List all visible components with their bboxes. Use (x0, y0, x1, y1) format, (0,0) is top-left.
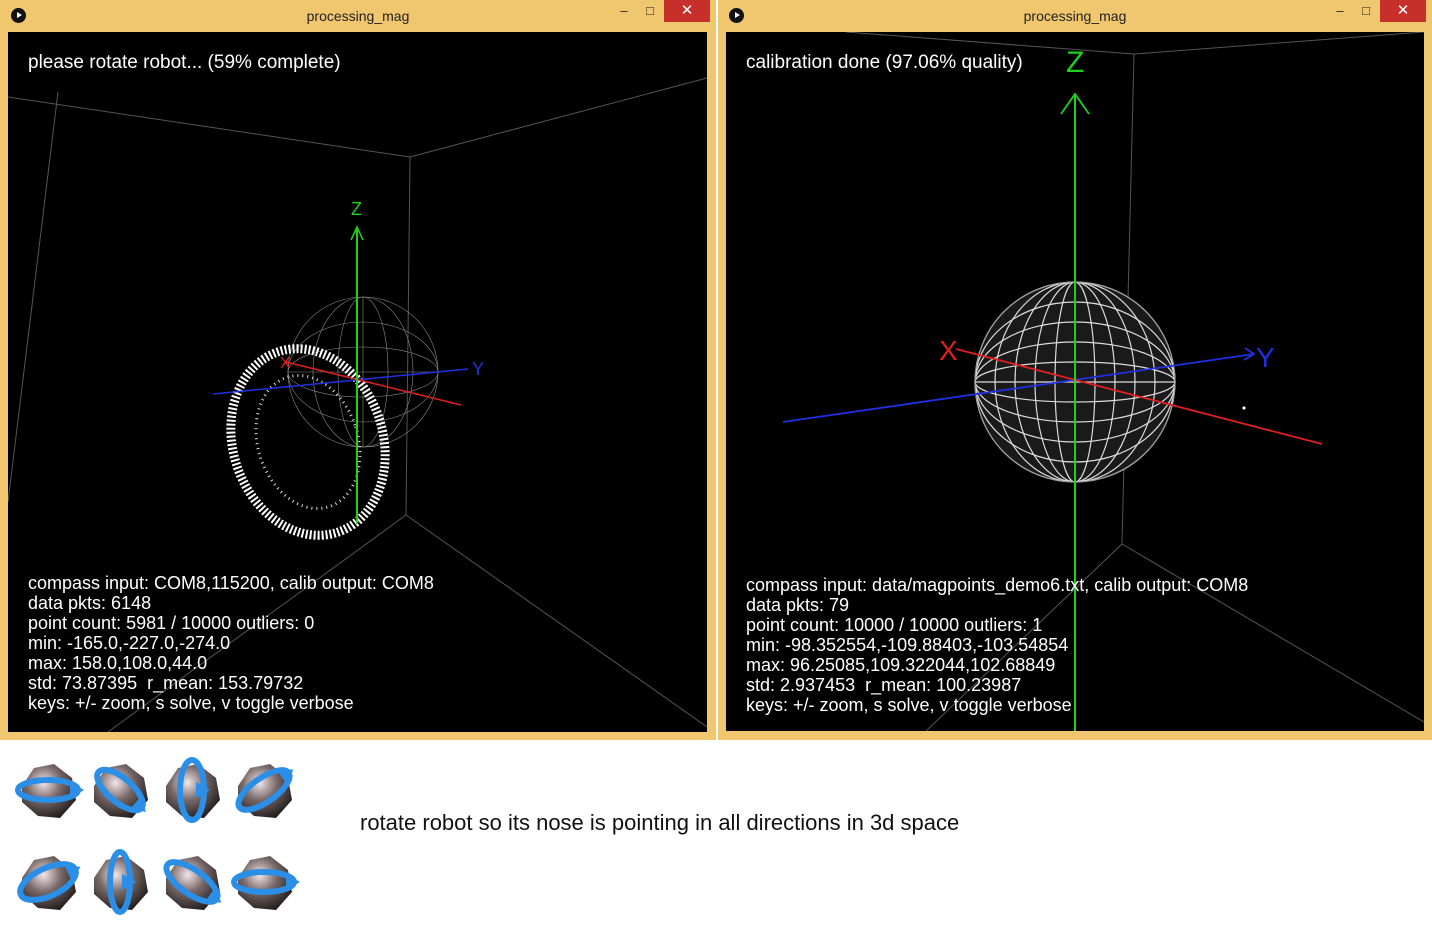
y-axis-label: Y (472, 359, 484, 379)
info-panel: compass input: data/magpoints_demo6.txt,… (746, 575, 1248, 715)
info-keys: keys: +/- zoom, s solve, v toggle verbos… (28, 693, 354, 713)
info-min: min: -165.0,-227.0,-274.0 (28, 633, 231, 653)
info-compass-input: compass input: data/magpoints_demo6.txt,… (746, 575, 1249, 595)
window-title: processing_mag (1023, 8, 1127, 24)
minimize-button[interactable]: – (612, 0, 636, 22)
rotate-up-icon (94, 849, 148, 915)
title-bar[interactable]: processing_mag – □ ✕ (0, 0, 716, 31)
info-std: std: 2.937453 r_mean: 100.23987 (746, 675, 1022, 695)
info-std: std: 73.87395 r_mean: 153.79732 (28, 673, 304, 693)
outlier-point (1242, 406, 1246, 410)
info-data-pkts: data pkts: 6148 (28, 593, 152, 613)
rotate-yaw-reverse-icon (231, 856, 300, 910)
z-axis-label: Z (1066, 46, 1084, 79)
instruction-caption: rotate robot so its nose is pointing in … (360, 810, 960, 835)
rotate-spin-icon (163, 856, 222, 910)
processing-window-right: processing_mag – □ ✕ Z Y X calibration d… (718, 0, 1432, 740)
maximize-button[interactable]: □ (638, 0, 662, 22)
info-keys: keys: +/- zoom, s solve, v toggle verbos… (746, 695, 1072, 715)
info-point-count: point count: 5981 / 10000 outliers: 0 (28, 613, 315, 633)
close-button[interactable]: ✕ (1380, 0, 1426, 22)
info-compass-input: compass input: COM8,115200, calib output… (28, 573, 434, 593)
rotate-pitch-icon (94, 764, 148, 818)
calibration-sphere (287, 296, 439, 448)
z-axis-label: Z (351, 199, 362, 219)
sketch-canvas[interactable]: Z Y X calibration done (97.06% quality) … (726, 32, 1424, 731)
info-max: max: 96.25085,109.322044,102.68849 (746, 655, 1056, 675)
rotate-yaw-icon (15, 764, 84, 818)
x-axis-line (285, 361, 462, 406)
info-panel: compass input: COM8,115200, calib output… (28, 573, 434, 713)
y-axis-label: Y (1256, 342, 1275, 373)
info-min: min: -98.352554,-109.88403,-103.54854 (746, 635, 1069, 655)
title-bar[interactable]: processing_mag – □ ✕ (718, 0, 1432, 31)
processing-window-left: processing_mag – □ ✕ Z Y X please rotate… (0, 0, 716, 740)
info-max: max: 158.0,108.0,44.0 (28, 653, 208, 673)
window-title: processing_mag (306, 8, 410, 24)
sketch-canvas[interactable]: Z Y X please rotate robot... (59% comple… (8, 32, 707, 732)
rotation-icons-grid (15, 757, 300, 915)
x-axis-label: X (280, 355, 291, 372)
rotate-tilt-icon (235, 764, 294, 818)
rotate-flip-icon (17, 856, 81, 910)
x-axis-label: X (939, 335, 958, 366)
info-data-pkts: data pkts: 79 (746, 595, 850, 615)
maximize-button[interactable]: □ (1354, 0, 1378, 22)
minimize-button[interactable]: – (1328, 0, 1352, 22)
point-cloud (226, 344, 390, 540)
calibration-status: calibration done (97.06% quality) (746, 52, 1023, 73)
rotate-roll-icon (166, 757, 220, 823)
close-button[interactable]: ✕ (664, 0, 710, 22)
calibration-status: please rotate robot... (59% complete) (28, 52, 341, 73)
info-point-count: point count: 10000 / 10000 outliers: 1 (746, 615, 1043, 635)
